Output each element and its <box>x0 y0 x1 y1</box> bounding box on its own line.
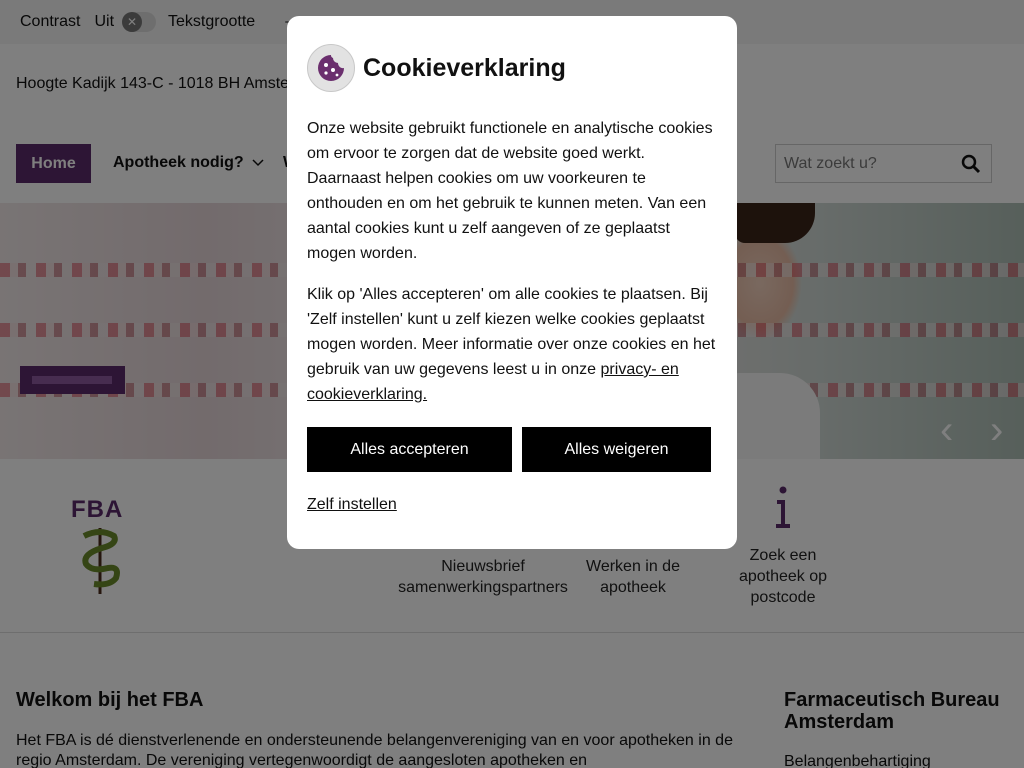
self-settings-link[interactable]: Zelf instellen <box>307 496 397 514</box>
cookie-paragraph-1: Onze website gebruikt functionele en ana… <box>307 120 713 262</box>
cookie-dialog-header: Cookieverklaring <box>307 44 717 92</box>
cookie-dialog: Cookieverklaring Onze website gebruikt f… <box>287 16 737 549</box>
cookie-button-row: Alles accepteren Alles weigeren <box>307 427 717 472</box>
cookie-dialog-body: Onze website gebruikt functionele en ana… <box>307 116 717 407</box>
cookie-dialog-title: Cookieverklaring <box>363 53 566 82</box>
cookie-paragraph-2: Klik op 'Alles accepteren' om alle cooki… <box>307 282 717 407</box>
cookie-icon <box>307 44 355 92</box>
accept-all-button[interactable]: Alles accepteren <box>307 427 512 472</box>
reject-all-button[interactable]: Alles weigeren <box>522 427 711 472</box>
